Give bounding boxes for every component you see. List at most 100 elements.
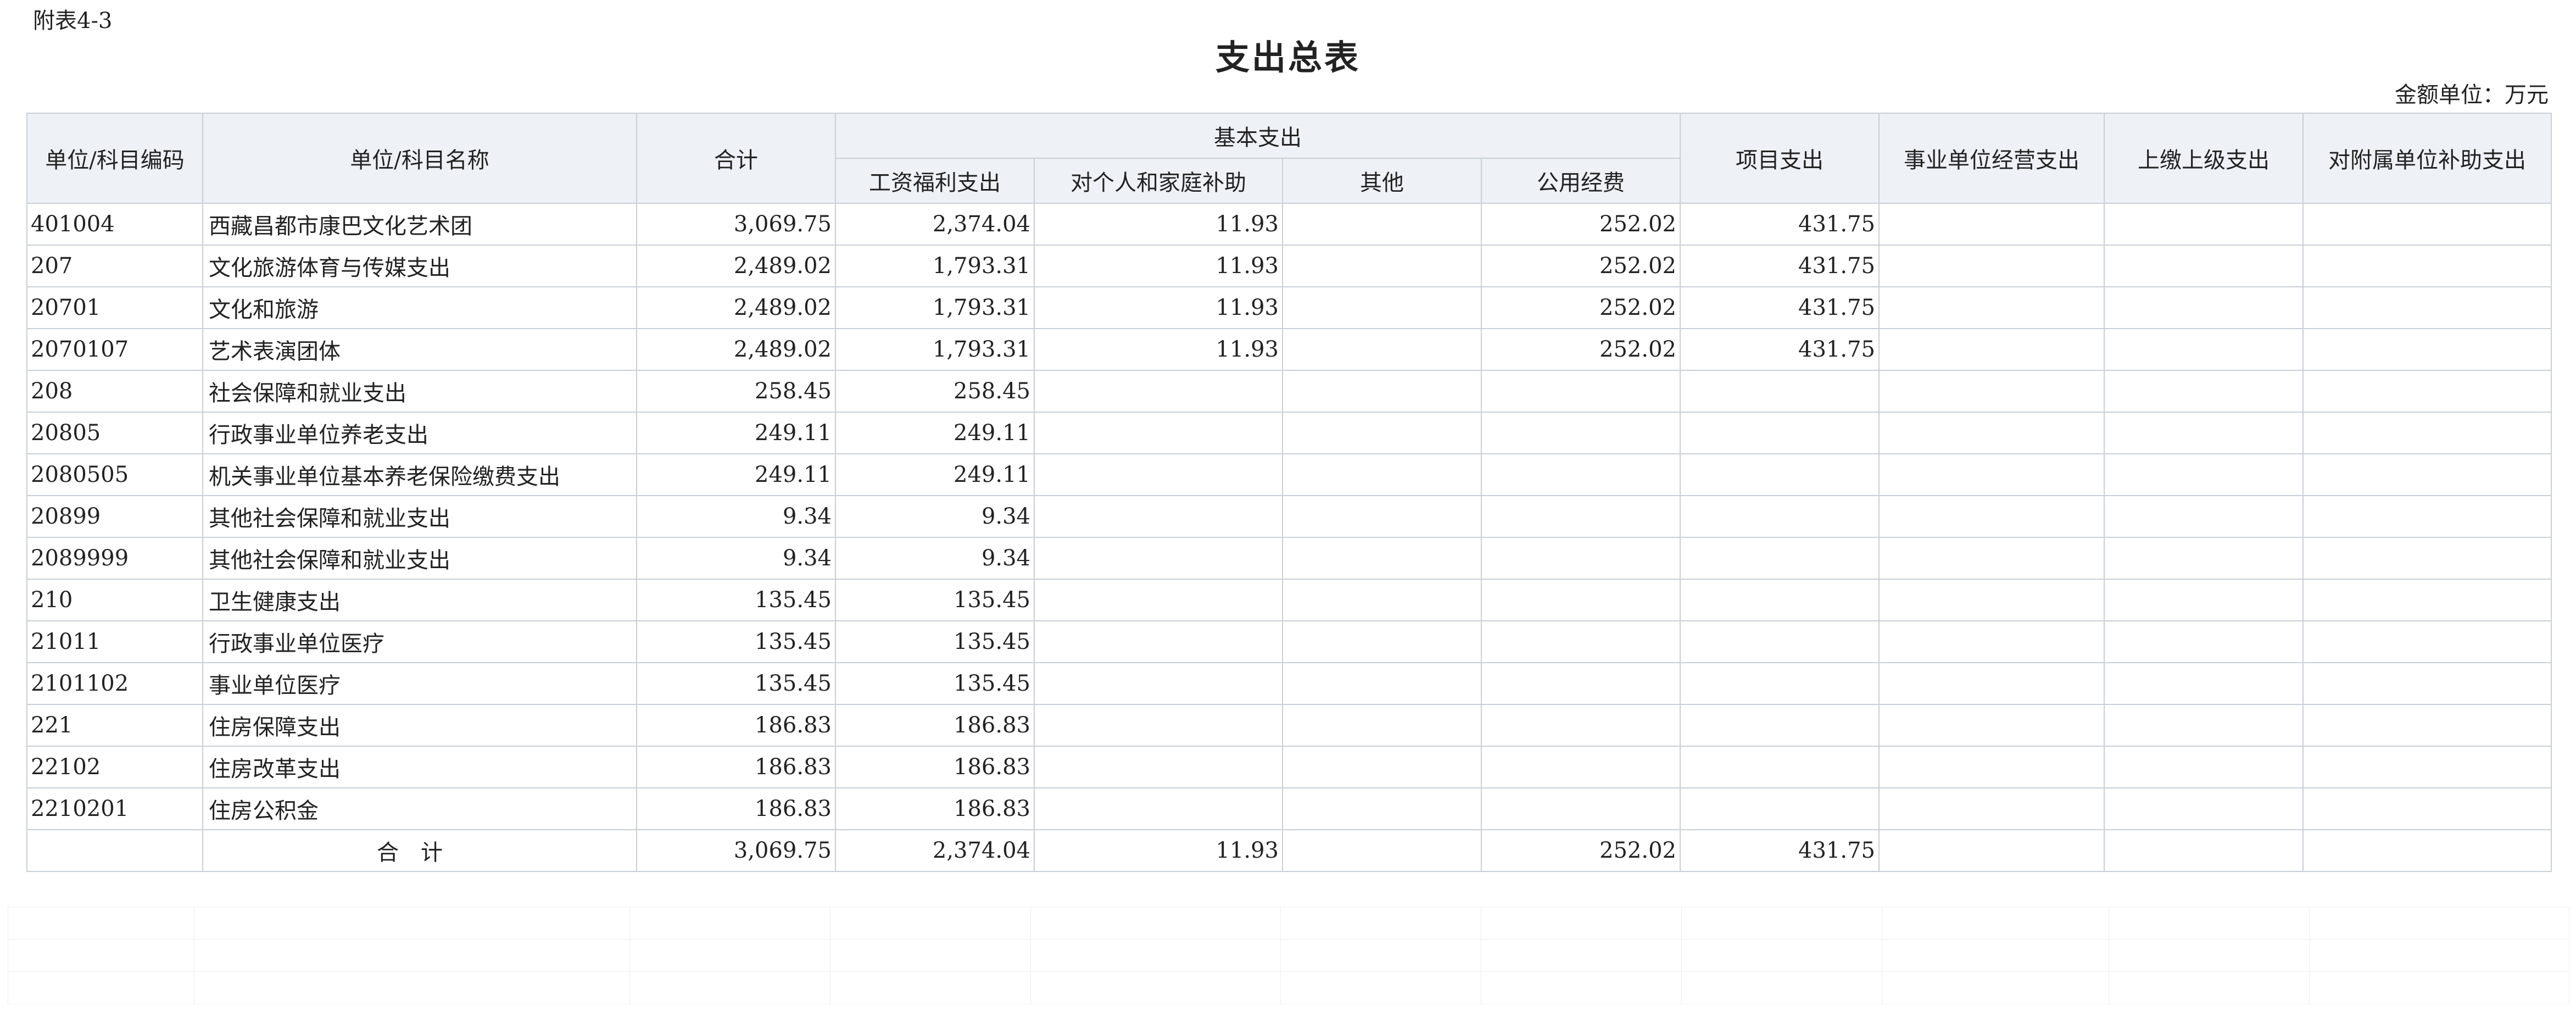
cell-project bbox=[1680, 620, 1880, 663]
cell-subsidiary bbox=[2302, 203, 2552, 246]
cell-salary: 135.45 bbox=[835, 662, 1035, 705]
cell-project: 431.75 bbox=[1680, 245, 1880, 287]
cell-name: 社会保障和就业支出 bbox=[202, 370, 637, 413]
cell-business bbox=[1878, 662, 2105, 705]
cell-subsidiary bbox=[2302, 662, 2552, 705]
cell-other bbox=[1282, 620, 1482, 663]
cell-subsidiary bbox=[2302, 829, 2552, 872]
table-row: 221 住房保障支出 186.83 186.83 bbox=[26, 704, 2552, 747]
cell-public bbox=[1481, 662, 1681, 705]
cell-name: 其他社会保障和就业支出 bbox=[202, 495, 637, 538]
empty-grid-cell bbox=[830, 939, 1031, 972]
empty-grid-cell bbox=[194, 907, 630, 940]
cell-personal bbox=[1034, 662, 1283, 705]
cell-upper bbox=[2104, 787, 2304, 830]
cell-total: 249.11 bbox=[636, 412, 836, 454]
cell-code: 2101102 bbox=[26, 662, 203, 705]
cell-upper bbox=[2104, 662, 2304, 705]
empty-grid-row bbox=[8, 939, 2569, 972]
cell-total: 135.45 bbox=[636, 579, 836, 621]
cell-total: 135.45 bbox=[636, 662, 836, 705]
cell-project: 431.75 bbox=[1680, 203, 1880, 246]
cell-public bbox=[1481, 579, 1681, 621]
empty-grid-cell bbox=[1481, 907, 1682, 940]
cell-code: 21011 bbox=[26, 620, 203, 663]
cell-business bbox=[1878, 412, 2105, 454]
cell-total: 135.45 bbox=[636, 620, 836, 663]
cell-subsidiary bbox=[2302, 245, 2552, 287]
cell-business bbox=[1878, 704, 2105, 747]
cell-total: 9.34 bbox=[636, 537, 836, 580]
cell-business bbox=[1878, 620, 2105, 663]
empty-grid-cell bbox=[2109, 971, 2310, 1004]
cell-personal: 11.93 bbox=[1034, 203, 1283, 246]
cell-code: 22102 bbox=[26, 746, 203, 788]
table-row: 2101102 事业单位医疗 135.45 135.45 bbox=[26, 662, 2552, 705]
cell-name: 西藏昌都市康巴文化艺术团 bbox=[202, 203, 637, 246]
table-row: 2070107 艺术表演团体 2,489.02 1,793.31 11.93 252.02… bbox=[26, 328, 2552, 371]
cell-business bbox=[1878, 829, 2105, 872]
cell-project bbox=[1680, 495, 1880, 538]
cell-upper bbox=[2104, 829, 2304, 872]
cell-project bbox=[1680, 412, 1880, 454]
cell-total: 186.83 bbox=[636, 704, 836, 747]
empty-grid-cell bbox=[1882, 939, 2109, 972]
cell-upper bbox=[2104, 412, 2304, 454]
cell-public bbox=[1481, 787, 1681, 830]
cell-code: 221 bbox=[26, 704, 203, 747]
cell-other bbox=[1282, 495, 1482, 538]
cell-personal: 11.93 bbox=[1034, 286, 1283, 329]
cell-public: 252.02 bbox=[1481, 829, 1681, 872]
cell-upper bbox=[2104, 746, 2304, 788]
cell-other bbox=[1282, 453, 1482, 496]
table-row: 2210201 住房公积金 186.83 186.83 bbox=[26, 787, 2552, 830]
empty-grid-cell bbox=[830, 907, 1031, 940]
cell-personal bbox=[1034, 787, 1283, 830]
cell-code: 2080505 bbox=[26, 453, 203, 496]
cell-project bbox=[1680, 662, 1880, 705]
empty-grid-cell bbox=[1030, 971, 1281, 1004]
total-row: 合计 3,069.75 2,374.04 11.93 252.02 431.75 bbox=[26, 829, 2552, 872]
cell-upper bbox=[2104, 370, 2304, 413]
empty-grid-cell bbox=[1030, 939, 1281, 972]
empty-grid-cell bbox=[629, 907, 830, 940]
cell-project: 431.75 bbox=[1680, 328, 1880, 371]
empty-grid-cell bbox=[194, 971, 630, 1004]
cell-upper bbox=[2104, 495, 2304, 538]
empty-grid-cell bbox=[1280, 971, 1481, 1004]
empty-grid-cell bbox=[629, 971, 830, 1004]
attachment-label: 附表4-3 bbox=[33, 8, 113, 34]
empty-grid-cell bbox=[1481, 939, 1682, 972]
cell-subsidiary bbox=[2302, 412, 2552, 454]
cell-project: 431.75 bbox=[1680, 286, 1880, 329]
cell-code: 207 bbox=[26, 245, 203, 287]
cell-name: 其他社会保障和就业支出 bbox=[202, 537, 637, 580]
cell-personal bbox=[1034, 620, 1283, 663]
empty-grid-cell bbox=[2309, 971, 2569, 1004]
cell-salary: 186.83 bbox=[835, 746, 1035, 788]
cell-upper bbox=[2104, 328, 2304, 371]
cell-subsidiary bbox=[2302, 328, 2552, 371]
cell-project bbox=[1680, 370, 1880, 413]
empty-grid-cell bbox=[1030, 907, 1281, 940]
cell-subsidiary bbox=[2302, 495, 2552, 538]
cell-project: 431.75 bbox=[1680, 829, 1880, 872]
cell-subsidiary bbox=[2302, 286, 2552, 329]
empty-grid-cell bbox=[1280, 939, 1481, 972]
empty-grid-row bbox=[8, 907, 2569, 940]
cell-subsidiary bbox=[2302, 746, 2552, 788]
table-row: 22102 住房改革支出 186.83 186.83 bbox=[26, 746, 2552, 788]
cell-total: 186.83 bbox=[636, 746, 836, 788]
cell-total: 2,489.02 bbox=[636, 245, 836, 287]
cell-public bbox=[1481, 370, 1681, 413]
cell-personal bbox=[1034, 495, 1283, 538]
empty-grid-cell bbox=[830, 971, 1031, 1004]
empty-grid-cell bbox=[1681, 971, 1882, 1004]
cell-business bbox=[1878, 746, 2105, 788]
cell-name: 住房公积金 bbox=[202, 787, 637, 830]
cell-upper bbox=[2104, 537, 2304, 580]
cell-personal: 11.93 bbox=[1034, 328, 1283, 371]
cell-code: 210 bbox=[26, 579, 203, 621]
empty-grid-cell bbox=[8, 907, 194, 940]
cell-salary: 9.34 bbox=[835, 495, 1035, 538]
